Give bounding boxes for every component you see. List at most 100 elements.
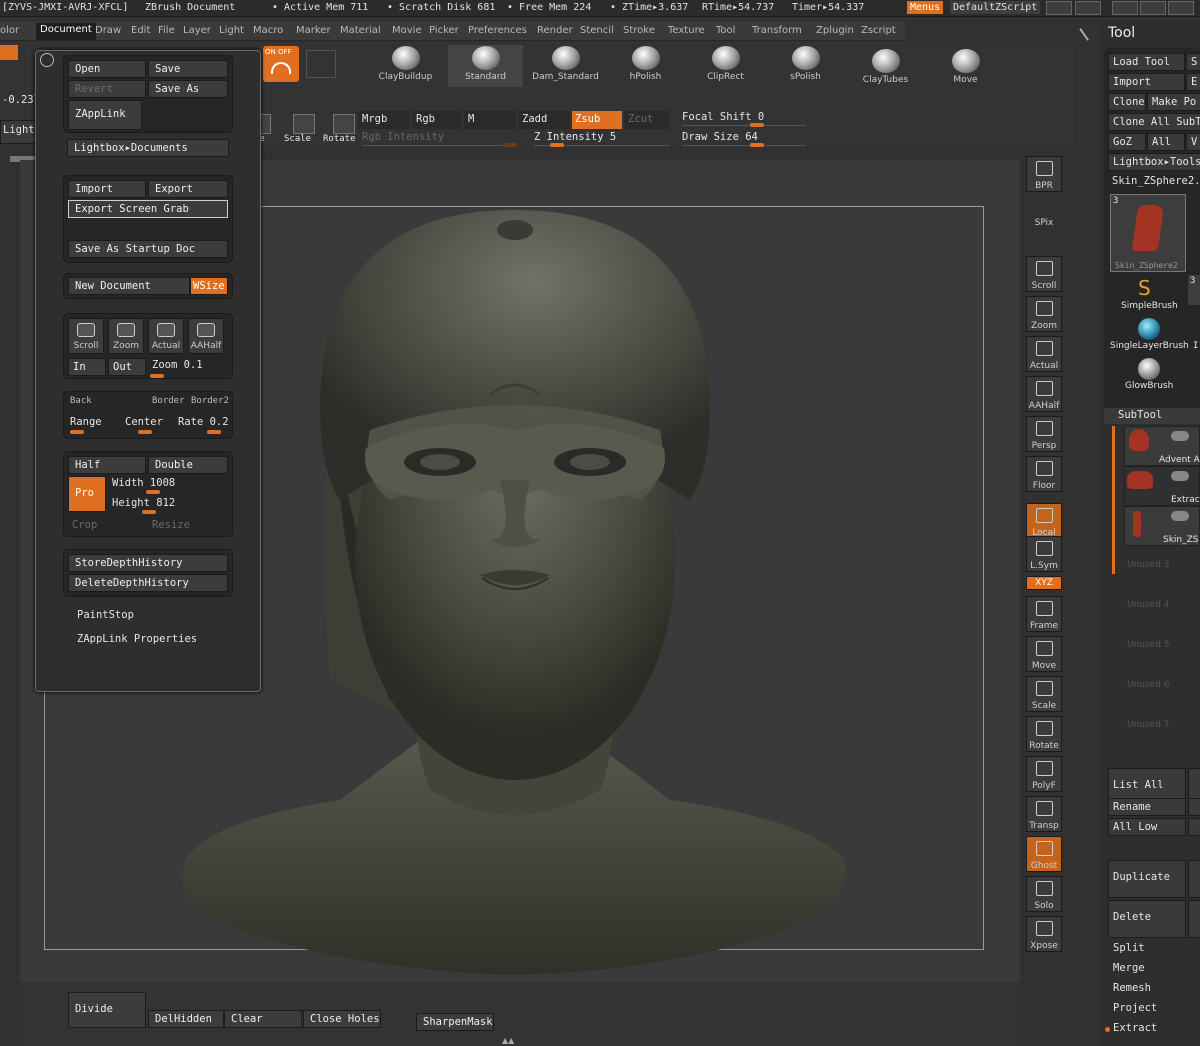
solo-button[interactable]: Solo — [1026, 876, 1062, 912]
menu-movie[interactable]: Movie — [392, 25, 422, 36]
scroll-right-icon[interactable] — [1075, 1, 1101, 15]
singlelayerbrush-icon[interactable] — [1138, 318, 1160, 340]
export-screen-grab-button[interactable]: Export Screen Grab — [68, 200, 228, 218]
subtool-item-2[interactable]: Extrac — [1124, 466, 1200, 506]
make-polymesh-button[interactable]: Make Po — [1147, 93, 1200, 111]
crop-button[interactable]: Crop — [72, 519, 97, 531]
layout-icon[interactable] — [1112, 1, 1138, 15]
zoom-button[interactable]: Zoom — [108, 318, 144, 354]
brush-cliprect[interactable]: ClipRect — [688, 45, 763, 87]
scroll-left-icon[interactable] — [1046, 1, 1072, 15]
lsym-button[interactable]: L.Sym — [1026, 536, 1062, 572]
simplebrush-icon[interactable]: S — [1138, 278, 1158, 298]
menu-file[interactable]: File — [158, 25, 175, 36]
rgb-button[interactable]: Rgb — [412, 111, 462, 129]
scale-button[interactable]: Scale — [1026, 676, 1062, 712]
divide-button[interactable]: Divide — [68, 992, 146, 1028]
bpr-button[interactable]: BPR — [1026, 156, 1062, 192]
scroll-button[interactable]: Scroll — [1026, 256, 1062, 292]
pro-button[interactable]: Pro — [68, 476, 106, 512]
sharpenmask-button[interactable]: SharpenMask — [416, 1013, 494, 1031]
spix-button[interactable]: SPix — [1026, 216, 1062, 234]
duplicate-button[interactable]: Duplicate — [1108, 860, 1186, 898]
menu-layer[interactable]: Layer — [183, 25, 211, 36]
rate-control[interactable]: Rate 0.2 — [178, 416, 229, 428]
resize-button[interactable]: Resize — [152, 519, 190, 531]
glowbrush-icon[interactable] — [1138, 358, 1160, 380]
head-model[interactable] — [170, 180, 860, 980]
menu-document[interactable]: Document — [36, 23, 96, 40]
unused-subtool-slot[interactable]: Unused 5 — [1127, 640, 1170, 650]
rotate-button[interactable]: Rotate — [1026, 716, 1062, 752]
rename-button[interactable]: Rename — [1108, 798, 1186, 816]
rate-slider[interactable] — [207, 430, 221, 434]
all-low-button[interactable]: All Low — [1108, 818, 1186, 836]
unused-subtool-slot[interactable]: Unused 7 — [1127, 720, 1170, 730]
clear-button[interactable]: Clear — [224, 1010, 302, 1028]
brush-claybuildup[interactable]: ClayBuildup — [368, 45, 443, 87]
move-button[interactable]: Move — [1026, 636, 1062, 672]
back-label[interactable]: Back — [70, 396, 92, 406]
local-button[interactable]: Local — [1026, 503, 1062, 539]
brush-spolish[interactable]: sPolish — [768, 45, 843, 87]
actual-button[interactable]: Actual — [148, 318, 184, 354]
menu-stroke[interactable]: Stroke — [623, 25, 655, 36]
menu-texture[interactable]: Texture — [668, 25, 705, 36]
maximize-icon[interactable] — [1168, 1, 1194, 15]
window-icon[interactable] — [1140, 1, 1166, 15]
subtool-item-1[interactable]: Advent Acol — [1124, 426, 1200, 466]
clone-all-subtools-button[interactable]: Clone All SubTo — [1108, 113, 1200, 131]
zapplink-properties-item[interactable]: ZAppLink Properties — [77, 633, 197, 645]
unused-subtool-slot[interactable]: Unused 4 — [1127, 600, 1170, 610]
store-depth-button[interactable]: StoreDepthHistory — [68, 554, 228, 572]
singlelayerbrush-label[interactable]: SingleLayerBrush — [1110, 341, 1189, 351]
all-button[interactable]: All — [1147, 133, 1185, 151]
edit-toggle[interactable]: ON OFF — [263, 46, 299, 82]
aahalf-button[interactable]: AAHalf — [1026, 376, 1062, 412]
draw-size[interactable]: Draw Size 64 — [682, 131, 758, 143]
focal-shift-slider[interactable] — [750, 123, 764, 127]
zcut-button[interactable]: Zcut — [624, 111, 670, 129]
range-control[interactable]: Range — [70, 416, 102, 428]
merge-menu[interactable]: Merge — [1113, 962, 1145, 974]
polyf-button[interactable]: PolyF — [1026, 756, 1062, 792]
goz-button[interactable]: GoZ — [1108, 133, 1146, 151]
extract-menu[interactable]: Extract — [1113, 1022, 1157, 1034]
rotate-icon[interactable] — [333, 114, 355, 134]
zoom-slider[interactable] — [150, 374, 164, 378]
menu-light[interactable]: Light — [219, 25, 244, 36]
append-button[interactable] — [1188, 860, 1200, 898]
height-slider[interactable] — [142, 510, 156, 514]
focal-shift[interactable]: Focal Shift 0 — [682, 111, 764, 123]
lightbox-documents-button[interactable]: Lightbox▸Documents — [67, 139, 229, 157]
menu-draw[interactable]: Draw — [95, 25, 121, 36]
clone-button[interactable]: Clone — [1108, 93, 1146, 111]
xpose-button[interactable]: Xpose — [1026, 916, 1062, 952]
z-intensity-slider[interactable] — [550, 143, 564, 147]
border-label[interactable]: Border — [152, 396, 185, 406]
save-button[interactable]: Save — [148, 60, 228, 78]
menu-zscript[interactable]: Zscript — [861, 25, 896, 36]
script-button[interactable]: DefaultZScript — [950, 1, 1041, 14]
menu-transform[interactable]: Transform — [752, 25, 802, 36]
menu-tool[interactable]: Tool — [716, 25, 735, 36]
delete-other-button[interactable] — [1188, 900, 1200, 938]
menu-render[interactable]: Render — [537, 25, 573, 36]
menu-olor[interactable]: olor — [0, 25, 19, 36]
zoom-in-button[interactable]: In — [68, 358, 106, 376]
aahalf-button[interactable]: AAHalf — [188, 318, 224, 354]
save-startup-doc-button[interactable]: Save As Startup Doc — [68, 240, 228, 258]
menu-edit[interactable]: Edit — [131, 25, 150, 36]
save-tool-button[interactable]: S — [1186, 53, 1200, 71]
mrgb-button[interactable]: Mrgb — [358, 111, 410, 129]
paintstop-item[interactable]: PaintStop — [77, 609, 134, 621]
import-tool-button[interactable]: Import — [1108, 73, 1185, 91]
open-button[interactable]: Open — [68, 60, 146, 78]
refresh-icon[interactable] — [40, 53, 54, 67]
close-holes-button[interactable]: Close Holes — [303, 1010, 381, 1028]
delete-depth-button[interactable]: DeleteDepthHistory — [68, 574, 228, 592]
tool-count-badge[interactable]: 3 — [1188, 275, 1200, 305]
load-tool-button[interactable]: Load Tool — [1108, 53, 1185, 71]
actual-button[interactable]: Actual — [1026, 336, 1062, 372]
tool-thumbnail[interactable]: 3 Skin_ZSphere2 — [1110, 194, 1186, 272]
